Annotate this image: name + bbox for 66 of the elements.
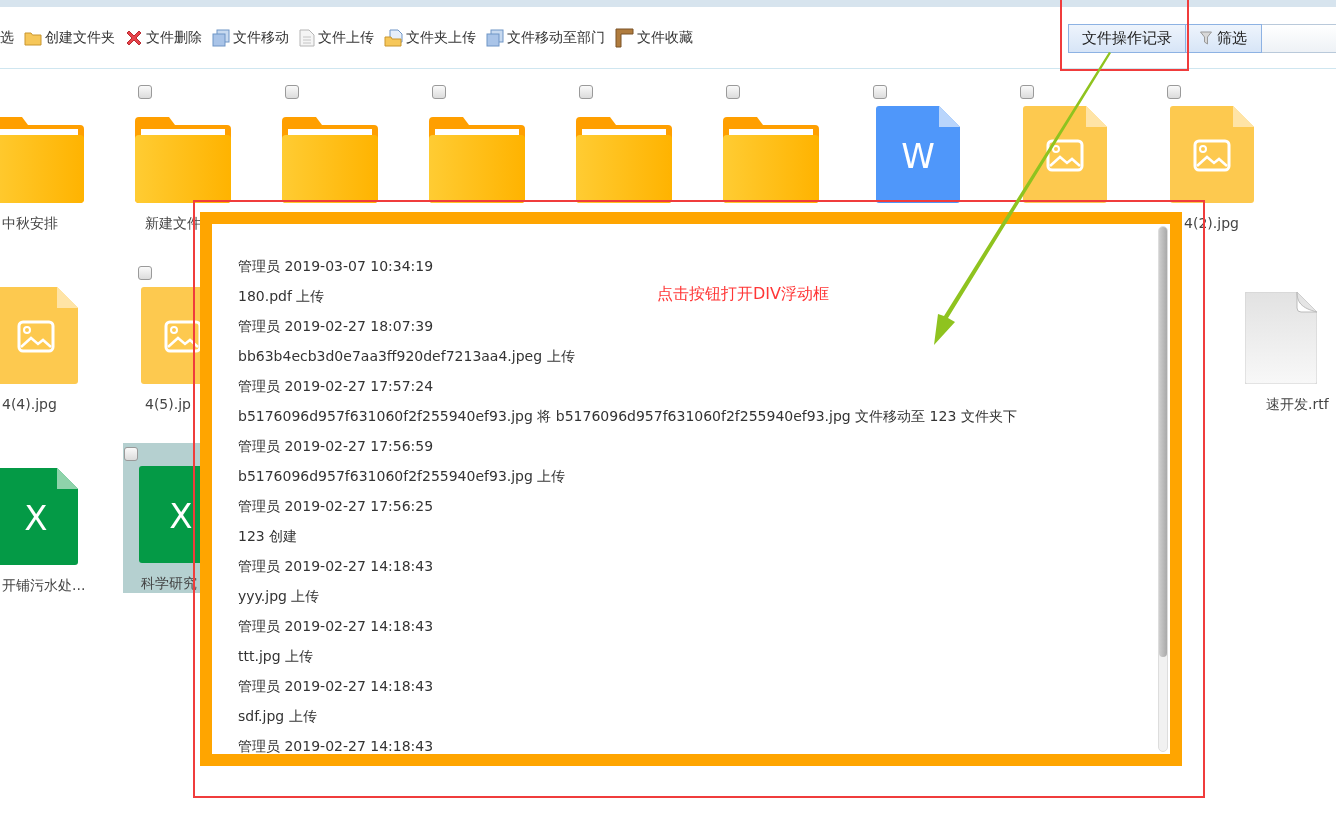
log-entry-header: 管理员 2019-02-27 14:18:43: [238, 677, 434, 696]
folder-document-icon: [384, 28, 403, 47]
annotation-note: 点击按钮打开DIV浮动框: [657, 284, 829, 305]
folder-icon[interactable]: [575, 117, 672, 203]
log-entry-header: 管理员 2019-02-27 17:56:59: [238, 437, 434, 456]
blank-file-icon[interactable]: [1245, 292, 1317, 384]
log-entry-action: b5176096d957f631060f2f255940ef93.jpg 将 b5176096d957f631060f2f255940ef93.jpg 文件移动至 123 文件夹下: [238, 407, 1017, 426]
log-entry-header: 管理员 2019-02-27 17:56:25: [238, 497, 434, 516]
spreadsheet-file-icon[interactable]: X: [0, 468, 78, 565]
checkbox[interactable]: [138, 85, 152, 99]
toolbar-button[interactable]: 文件上传: [299, 28, 374, 47]
log-entry-action: 180.pdf 上传: [238, 287, 325, 306]
corner-bracket-icon: [615, 27, 634, 48]
checkbox[interactable]: [1020, 85, 1034, 99]
log-entry-action: b5176096d957f631060f2f255940ef93.jpg 上传: [238, 467, 566, 486]
log-entry-action: bb63b4ecb3d0e7aa3ff920def7213aa4.jpeg 上传: [238, 347, 575, 366]
delete-icon: [125, 28, 143, 47]
filter-button[interactable]: 筛选: [1186, 23, 1262, 53]
toolbar-button[interactable]: 文件夹上传: [384, 28, 476, 47]
stacked-pages-icon: [486, 28, 504, 47]
folder-icon: [24, 29, 42, 46]
file-tile[interactable]: 4(4).jpg: [0, 250, 109, 431]
log-entry-header: 管理员 2019-02-27 14:18:43: [238, 557, 434, 576]
checkbox[interactable]: [432, 85, 446, 99]
log-entry-action: 123 创建: [238, 527, 298, 546]
file-name: 速开发.rtf: [1266, 396, 1329, 414]
folder-icon[interactable]: [281, 117, 378, 203]
file-tile[interactable]: X 开铺污水处...: [0, 431, 109, 612]
file-name: 开铺污水处...: [2, 577, 86, 595]
checkbox[interactable]: [138, 266, 152, 280]
toolbar-button[interactable]: 创建文件夹: [24, 28, 115, 47]
stacked-pages-icon: [212, 28, 230, 47]
folder-icon[interactable]: [428, 117, 525, 203]
file-name: 4(5).jp: [145, 396, 191, 412]
document-icon: [299, 28, 315, 47]
search-field[interactable]: [1262, 23, 1336, 53]
log-entry-header: 管理员 2019-02-27 17:57:24: [238, 377, 434, 396]
log-entry-header: 管理员 2019-02-27 18:07:39: [238, 317, 434, 336]
checkbox[interactable]: [726, 85, 740, 99]
log-entry-header: 管理员 2019-02-27 14:18:43: [238, 737, 434, 756]
log-entry-header: 管理员 2019-02-27 14:18:43: [238, 617, 434, 636]
checkbox[interactable]: [1167, 85, 1181, 99]
file-tile[interactable]: 中秋安排: [0, 69, 109, 250]
checkbox[interactable]: [124, 447, 138, 461]
folder-icon[interactable]: [722, 117, 819, 203]
funnel-icon: [1200, 31, 1212, 45]
checkbox[interactable]: [579, 85, 593, 99]
checkbox[interactable]: [285, 85, 299, 99]
log-entry-header: 管理员 2019-03-07 10:34:19: [238, 257, 434, 276]
toolbar-button[interactable]: 文件移动至部门: [486, 28, 605, 47]
operation-log-button[interactable]: 文件操作记录: [1068, 23, 1186, 53]
image-file-icon[interactable]: [1022, 106, 1107, 203]
toolbar-button[interactable]: 文件删除: [125, 28, 202, 47]
scrollbar[interactable]: [1158, 226, 1168, 752]
checkbox[interactable]: [873, 85, 887, 99]
log-entry-action: yyy.jpg 上传: [238, 587, 320, 606]
toolbar-button[interactable]: 文件移动: [212, 28, 289, 47]
file-tile[interactable]: 速开发.rtf: [1226, 250, 1336, 431]
folder-icon[interactable]: [134, 117, 231, 203]
toolbar-button[interactable]: 文件收藏: [615, 27, 693, 48]
toolbar-button[interactable]: 选: [0, 28, 14, 47]
file-name: 4(4).jpg: [2, 396, 57, 412]
log-entry-action: ttt.jpg 上传: [238, 647, 314, 666]
folder-icon[interactable]: [0, 117, 84, 203]
log-entry-action: sdf.jpg 上传: [238, 707, 317, 726]
file-name: 中秋安排: [2, 215, 58, 233]
